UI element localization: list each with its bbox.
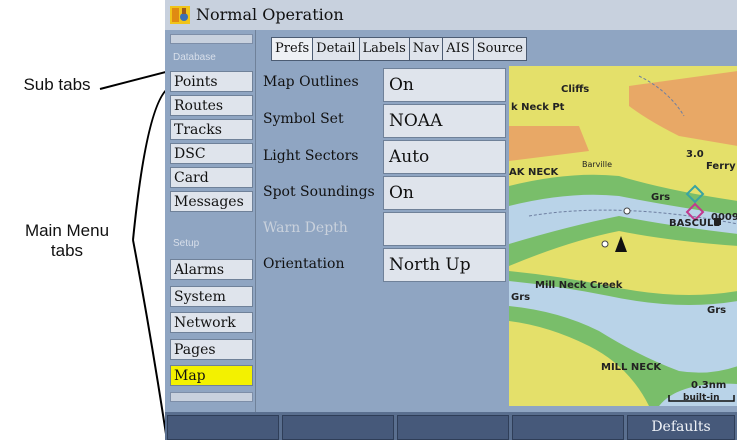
softkey-3[interactable] [397, 415, 509, 440]
softkey-2[interactable] [282, 415, 394, 440]
window-title: Normal Operation [196, 5, 344, 24]
pref-value-light-sectors[interactable]: Auto [383, 140, 506, 174]
map-label-marker-num: 0009 [711, 212, 737, 223]
map-label-grs-2: Grs [511, 292, 530, 303]
tab-labels[interactable]: Labels [359, 37, 410, 61]
title-bar: Normal Operation [165, 0, 737, 31]
annotation-main-menu-line2: tabs [50, 241, 84, 260]
map-label-mill-neck: MILL NECK [601, 362, 662, 373]
sidebar-top-stub [170, 34, 253, 44]
map-label-ak-neck: AK NECK [509, 167, 560, 178]
settings-panel: Prefs Detail Labels Nav AIS Source Map O… [255, 30, 737, 412]
pref-label-light-sectors: Light Sectors [263, 148, 359, 164]
map-label-ferry: Ferry [706, 161, 736, 172]
sidebar-section-database: Database [173, 52, 216, 63]
map-label-cliffs: Cliffs [561, 84, 589, 95]
softkey-bar: Defaults [165, 412, 737, 440]
sidebar-item-dsc[interactable]: DSC [170, 143, 253, 164]
pref-value-map-outlines[interactable]: On [383, 68, 506, 102]
tab-detail[interactable]: Detail [313, 37, 360, 61]
sidebar-item-system[interactable]: System [170, 286, 253, 307]
map-label-mill-neck-creek: Mill Neck Creek [535, 280, 623, 291]
tab-nav[interactable]: Nav [409, 37, 444, 61]
annotation-main-menu: Main Menu tabs [12, 221, 122, 261]
map-label-grs-1: Grs [651, 192, 670, 203]
main-menu-sidebar: Database Points Routes Tracks DSC Card M… [165, 30, 255, 412]
map-label-neck-pt: k Neck Pt [511, 102, 565, 113]
sidebar-item-routes[interactable]: Routes [170, 95, 253, 116]
sidebar-item-card[interactable]: Card [170, 167, 253, 188]
settings-tools-icon [170, 6, 190, 24]
subtab-bar: Prefs Detail Labels Nav AIS Source [271, 37, 527, 61]
pref-label-map-outlines: Map Outlines [263, 74, 359, 90]
nautical-chart: Cliffs k Neck Pt 3.0 Barville Ferry AK N… [509, 66, 737, 406]
pref-label-warn-depth: Warn Depth [263, 220, 348, 236]
pref-label-orientation: Orientation [263, 256, 345, 272]
sidebar-item-pages[interactable]: Pages [170, 339, 253, 360]
softkey-1[interactable] [167, 415, 279, 440]
sidebar-item-alarms[interactable]: Alarms [170, 259, 253, 280]
map-scale-label: 0.3nm [691, 380, 726, 391]
sidebar-item-network[interactable]: Network [170, 312, 253, 333]
sidebar-item-map[interactable]: Map [170, 365, 253, 386]
map-scale-sub-label: built-in [683, 393, 720, 403]
pref-value-spot-soundings[interactable]: On [383, 176, 506, 210]
defaults-button[interactable]: Defaults [627, 415, 735, 440]
annotation-sub-tabs: Sub tabs [23, 75, 91, 94]
sidebar-section-setup: Setup [173, 238, 200, 249]
tab-prefs[interactable]: Prefs [271, 37, 314, 61]
map-label-barville: Barville [582, 160, 612, 169]
pref-value-symbol-set[interactable]: NOAA [383, 104, 506, 138]
device-screen: Normal Operation Database Points Routes … [165, 0, 737, 440]
map-label-depth-3: 3.0 [686, 149, 704, 160]
tab-source[interactable]: Source [473, 37, 527, 61]
pref-value-warn-depth [383, 212, 506, 246]
pref-value-orientation[interactable]: North Up [383, 248, 506, 282]
pref-label-spot-soundings: Spot Soundings [263, 184, 375, 200]
sidebar-item-messages[interactable]: Messages [170, 191, 253, 212]
sidebar-bottom-stub [170, 392, 253, 402]
map-preview[interactable]: Cliffs k Neck Pt 3.0 Barville Ferry AK N… [509, 66, 737, 406]
tab-ais[interactable]: AIS [443, 37, 474, 61]
map-label-grs-3: Grs [707, 305, 726, 316]
sidebar-item-tracks[interactable]: Tracks [170, 119, 253, 140]
annotation-main-menu-line1: Main Menu [24, 221, 110, 240]
sidebar-item-points[interactable]: Points [170, 71, 253, 92]
pref-label-symbol-set: Symbol Set [263, 111, 344, 127]
softkey-4[interactable] [512, 415, 624, 440]
